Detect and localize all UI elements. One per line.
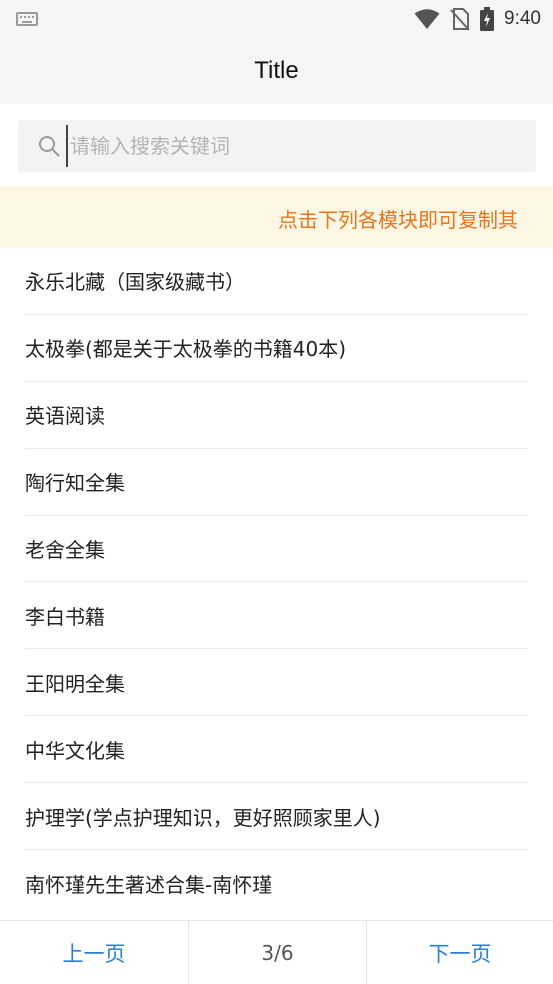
notice-bar: 点击下列各模块即可复制其 — [0, 186, 553, 248]
search-box[interactable] — [18, 120, 536, 172]
search-icon — [39, 136, 60, 157]
search-input[interactable] — [66, 125, 512, 167]
list-item[interactable]: 王阳明全集 — [25, 649, 528, 717]
list-item[interactable]: 老舍全集 — [25, 516, 528, 583]
status-bar: 9:40 — [0, 0, 553, 38]
list-item[interactable]: 永乐北藏（国家级藏书） — [25, 248, 528, 315]
pagination-bar: 上一页 3/6 下一页 — [0, 920, 553, 984]
keyboard-icon — [16, 12, 38, 26]
list-item[interactable]: 陶行知全集 — [25, 449, 528, 516]
app-header: Title — [0, 38, 553, 104]
page-title: Title — [254, 57, 299, 84]
list-item[interactable]: 护理学(学点护理知识，更好照顾家里人) — [25, 783, 528, 851]
list-item[interactable]: 太极拳(都是关于太极拳的书籍40本) — [25, 315, 528, 382]
no-sim-icon — [450, 8, 470, 31]
page-indicator: 3/6 — [261, 940, 294, 965]
next-page-button[interactable]: 下一页 — [366, 921, 553, 984]
status-icons: 9:40 — [414, 6, 541, 32]
battery-charging-icon — [480, 7, 495, 31]
list-item[interactable]: 英语阅读 — [25, 382, 528, 449]
notice-text: 点击下列各模块即可复制其 — [278, 208, 518, 232]
wifi-icon — [414, 9, 440, 29]
search-section — [0, 104, 553, 186]
list-item[interactable]: 中华文化集 — [25, 716, 528, 784]
book-list: 永乐北藏（国家级藏书） 太极拳(都是关于太极拳的书籍40本) 英语阅读 陶行知全… — [0, 248, 553, 917]
status-time: 9:40 — [504, 8, 541, 29]
prev-page-button[interactable]: 上一页 — [0, 921, 189, 984]
list-item[interactable]: 南怀瑾先生著述合集-南怀瑾 — [25, 850, 528, 917]
list-item[interactable]: 李白书籍 — [25, 582, 528, 650]
